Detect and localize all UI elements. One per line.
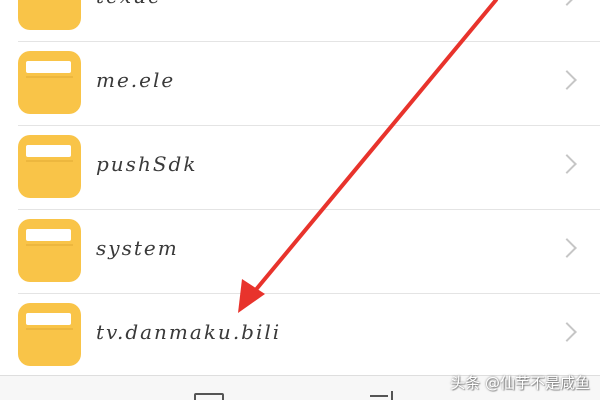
chevron-right-icon [557, 0, 577, 6]
folder-name: system [96, 236, 179, 260]
folder-line [26, 160, 73, 162]
folder-row-system[interactable]: system [0, 210, 600, 294]
folder-line [26, 76, 73, 78]
folder-icon [18, 135, 81, 198]
folder-list: texue me.ele pushSdk system [0, 0, 600, 378]
folder-name: tv.danmaku.bili [96, 320, 282, 344]
chevron-right-icon [557, 322, 577, 342]
chevron-right-icon [557, 238, 577, 258]
folder-icon [18, 303, 81, 366]
folder-tab [26, 229, 71, 241]
chevron-right-icon [557, 154, 577, 174]
watermark-text: 头条 @仙芋不是咸鱼 [450, 374, 590, 392]
sort-icon[interactable] [370, 391, 396, 400]
folder-icon [18, 51, 81, 114]
folder-tab [26, 145, 71, 157]
folder-tab [26, 313, 71, 325]
folder-line [26, 244, 73, 246]
file-browser-screen: texue me.ele pushSdk system [0, 0, 600, 400]
folder-name: texue [96, 0, 162, 8]
folder-icon [18, 219, 81, 282]
chevron-right-icon [557, 70, 577, 90]
folder-name: me.ele [96, 68, 176, 92]
folder-tab [26, 61, 71, 73]
folder-line [26, 328, 73, 330]
folder-row-pushsdk[interactable]: pushSdk [0, 126, 600, 210]
folder-icon[interactable] [194, 393, 224, 400]
folder-row-texue[interactable]: texue [0, 0, 600, 42]
folder-icon [18, 0, 81, 30]
folder-name: pushSdk [96, 152, 198, 176]
folder-row-tv-danmaku-bili[interactable]: tv.danmaku.bili [0, 294, 600, 378]
folder-row-me-ele[interactable]: me.ele [0, 42, 600, 126]
